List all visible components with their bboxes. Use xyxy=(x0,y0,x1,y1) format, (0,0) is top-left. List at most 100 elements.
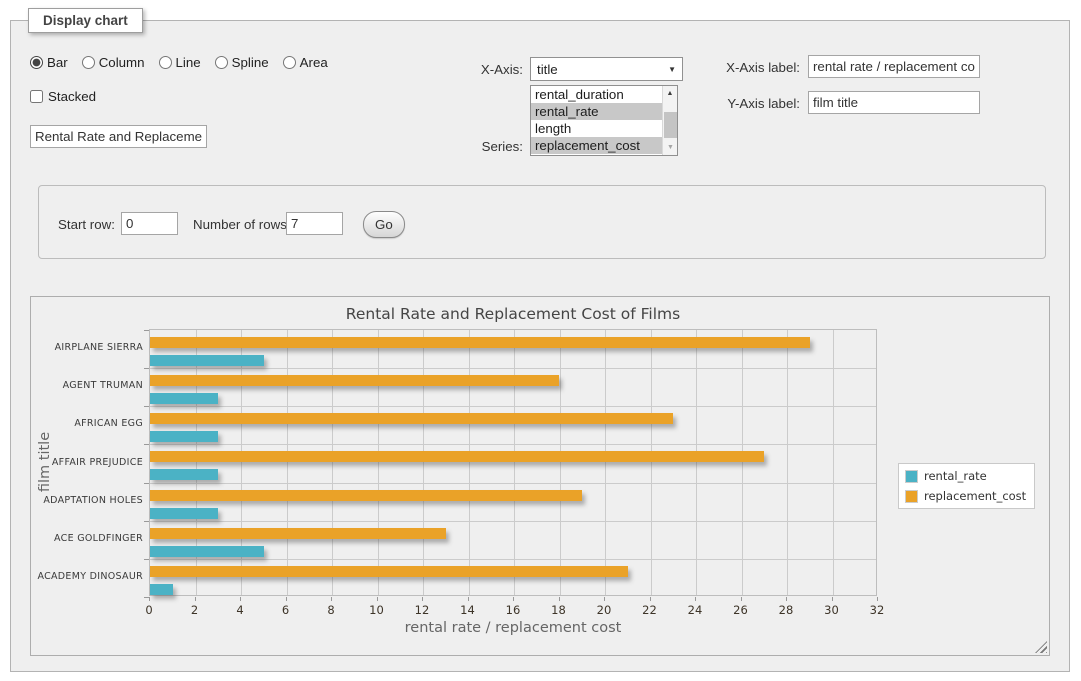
bar-rental_rate xyxy=(150,355,264,366)
x-tick-mark xyxy=(377,597,378,601)
gridline xyxy=(742,330,743,595)
bar-replacement_cost xyxy=(150,528,446,539)
resize-handle-icon[interactable] xyxy=(1035,641,1047,653)
number-of-rows-label: Number of rows: xyxy=(193,217,291,232)
x-tick-label: 32 xyxy=(870,603,885,617)
x-tick-label: 24 xyxy=(688,603,703,617)
scroll-down-icon[interactable]: ▼ xyxy=(663,140,678,155)
number-of-rows-input[interactable] xyxy=(286,212,343,235)
series-option[interactable]: rental_rate xyxy=(531,103,677,120)
y-tick-mark xyxy=(144,559,149,560)
x-tick-mark xyxy=(240,597,241,601)
radio-column-input[interactable] xyxy=(82,56,95,69)
radio-line-label: Line xyxy=(176,55,201,70)
series-listbox[interactable]: rental_durationrental_ratelengthreplacem… xyxy=(530,85,678,156)
x-tick-mark xyxy=(559,597,560,601)
bar-replacement_cost xyxy=(150,337,810,348)
legend-item: rental_rate xyxy=(905,469,1026,483)
legend-label: rental_rate xyxy=(924,469,987,483)
series-select-label: Series: xyxy=(440,139,523,154)
radio-bar-input[interactable] xyxy=(30,56,43,69)
gridline xyxy=(787,330,788,595)
y-axis-category-labels: AIRPLANE SIERRAAGENT TRUMANAFRICAN EGGAF… xyxy=(57,329,143,596)
bar-replacement_cost xyxy=(150,566,628,577)
gridline xyxy=(651,330,652,595)
x-tick-label: 26 xyxy=(733,603,748,617)
y-tick-mark xyxy=(144,406,149,407)
series-scrollbar[interactable]: ▲ ▼ xyxy=(662,86,677,155)
bar-replacement_cost xyxy=(150,451,764,462)
x-tick-mark xyxy=(741,597,742,601)
go-button[interactable]: Go xyxy=(363,211,405,238)
radio-area-input[interactable] xyxy=(283,56,296,69)
y-axis-label-field-label: Y-Axis label: xyxy=(700,96,800,111)
x-axis-label-input[interactable] xyxy=(808,55,980,78)
radio-bar-label: Bar xyxy=(47,55,68,70)
y-tick-mark xyxy=(144,483,149,484)
y-axis-label-input[interactable] xyxy=(808,91,980,114)
x-tick-label: 28 xyxy=(779,603,794,617)
x-tick-mark xyxy=(604,597,605,601)
y-tick-mark xyxy=(144,444,149,445)
gridline xyxy=(423,330,424,595)
gridline xyxy=(514,330,515,595)
radio-line-input[interactable] xyxy=(159,56,172,69)
gridline xyxy=(378,330,379,595)
x-tick-mark xyxy=(468,597,469,601)
legend-swatch-icon xyxy=(905,470,918,483)
y-axis-title: film title xyxy=(37,432,53,492)
category-label: ACADEMY DINOSAUR xyxy=(0,571,143,582)
x-axis-select-label: X-Axis: xyxy=(440,62,523,77)
y-tick-mark xyxy=(144,521,149,522)
scroll-up-icon[interactable]: ▲ xyxy=(663,86,677,101)
radio-spline[interactable]: Spline xyxy=(215,55,269,70)
x-tick-mark xyxy=(149,597,150,601)
bar-replacement_cost xyxy=(150,413,673,424)
series-options: rental_durationrental_ratelengthreplacem… xyxy=(531,86,677,154)
category-label: ADAPTATION HOLES xyxy=(0,495,143,506)
stacked-checkbox-row[interactable]: Stacked xyxy=(30,89,96,104)
y-tick-mark xyxy=(144,368,149,369)
x-tick-label: 14 xyxy=(460,603,475,617)
gridline xyxy=(150,406,876,407)
x-tick-label: 0 xyxy=(145,603,152,617)
x-tick-label: 12 xyxy=(415,603,430,617)
x-tick-mark xyxy=(331,597,332,601)
x-tick-label: 10 xyxy=(369,603,384,617)
scrollbar-thumb[interactable] xyxy=(664,112,677,138)
chart-legend: rental_ratereplacement_cost xyxy=(898,463,1035,509)
gridline xyxy=(150,368,876,369)
bar-replacement_cost xyxy=(150,490,582,501)
radio-column[interactable]: Column xyxy=(82,55,145,70)
radio-line[interactable]: Line xyxy=(159,55,201,70)
series-option[interactable]: rental_duration xyxy=(531,86,677,103)
x-tick-mark xyxy=(422,597,423,601)
radio-column-label: Column xyxy=(99,55,145,70)
x-tick-label: 16 xyxy=(506,603,521,617)
chart-title: Rental Rate and Replacement Cost of Film… xyxy=(149,305,877,323)
radio-area-label: Area xyxy=(300,55,328,70)
chart-title-input[interactable] xyxy=(30,125,207,148)
x-axis-select[interactable]: title ▼ xyxy=(530,57,683,81)
bar-rental_rate xyxy=(150,584,173,595)
bar-rental_rate xyxy=(150,393,218,404)
series-option[interactable]: replacement_cost xyxy=(531,137,677,154)
x-tick-mark xyxy=(650,597,651,601)
x-tick-mark xyxy=(786,597,787,601)
radio-bar[interactable]: Bar xyxy=(30,55,68,70)
plot-area xyxy=(149,329,877,596)
y-tick-mark xyxy=(144,330,149,331)
gridline xyxy=(605,330,606,595)
gridline xyxy=(287,330,288,595)
category-label: AIRPLANE SIERRA xyxy=(0,342,143,353)
radio-spline-input[interactable] xyxy=(215,56,228,69)
x-tick-label: 2 xyxy=(191,603,198,617)
category-label: AFRICAN EGG xyxy=(0,418,143,429)
stacked-checkbox[interactable] xyxy=(30,90,43,103)
gridline xyxy=(150,444,876,445)
bar-rental_rate xyxy=(150,431,218,442)
series-option[interactable]: length xyxy=(531,120,677,137)
gridline xyxy=(150,559,876,560)
start-row-input[interactable] xyxy=(121,212,178,235)
radio-area[interactable]: Area xyxy=(283,55,328,70)
